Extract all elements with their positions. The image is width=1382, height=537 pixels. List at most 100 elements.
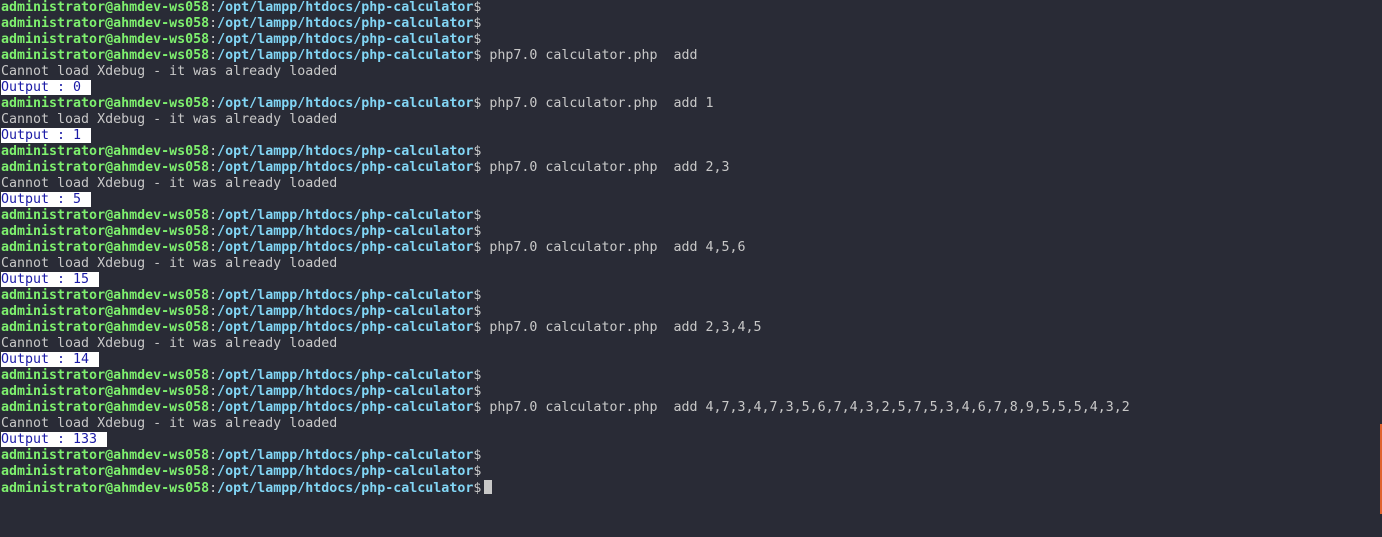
warning-text: Cannot load Xdebug - it was already load…: [1, 416, 338, 431]
output-result: Output : 15: [1, 272, 100, 287]
output-result: Output : 14: [1, 352, 100, 367]
prompt-user: administrator@ahmdev-ws058: [1, 224, 210, 239]
prompt-line: administrator@ahmdev-ws058:/opt/lampp/ht…: [1, 16, 1371, 32]
prompt-line: administrator@ahmdev-ws058:/opt/lampp/ht…: [1, 304, 1371, 320]
output-line: Output : 0: [1, 80, 1371, 96]
prompt-user: administrator@ahmdev-ws058: [1, 32, 210, 47]
text-cursor[interactable]: [484, 480, 493, 494]
output-result: Output : 133: [1, 432, 108, 447]
prompt-colon: :: [209, 224, 218, 239]
terminal-output: administrator@ahmdev-ws058:/opt/lampp/ht…: [1, 0, 1371, 496]
prompt-path: /opt/lampp/htdocs/php-calculator: [217, 208, 474, 223]
prompt-colon: :: [209, 320, 218, 335]
prompt-path: /opt/lampp/htdocs/php-calculator: [217, 368, 474, 383]
prompt-dollar: $: [473, 16, 482, 31]
prompt-line: administrator@ahmdev-ws058:/opt/lampp/ht…: [1, 320, 1371, 336]
prompt-colon: :: [209, 288, 218, 303]
prompt-line: administrator@ahmdev-ws058:/opt/lampp/ht…: [1, 384, 1371, 400]
prompt-colon: :: [209, 464, 218, 479]
prompt-path: /opt/lampp/htdocs/php-calculator: [217, 448, 474, 463]
prompt-line: administrator@ahmdev-ws058:/opt/lampp/ht…: [1, 288, 1371, 304]
command-text: php7.0 calculator.php add 4,5,6: [481, 240, 746, 255]
prompt-user: administrator@ahmdev-ws058: [1, 304, 210, 319]
output-line: Output : 14: [1, 352, 1371, 368]
prompt-path: /opt/lampp/htdocs/php-calculator: [217, 48, 474, 63]
prompt-dollar: $: [473, 208, 482, 223]
warning-text: Cannot load Xdebug - it was already load…: [1, 64, 338, 79]
prompt-path: /opt/lampp/htdocs/php-calculator: [217, 464, 474, 479]
output-line: Output : 5: [1, 192, 1371, 208]
prompt-path: /opt/lampp/htdocs/php-calculator: [217, 400, 474, 415]
prompt-colon: :: [209, 304, 218, 319]
prompt-path: /opt/lampp/htdocs/php-calculator: [217, 16, 474, 31]
prompt-line: administrator@ahmdev-ws058:/opt/lampp/ht…: [1, 48, 1371, 64]
prompt-path: /opt/lampp/htdocs/php-calculator: [217, 481, 474, 496]
prompt-line: administrator@ahmdev-ws058:/opt/lampp/ht…: [1, 464, 1371, 480]
warning-text: Cannot load Xdebug - it was already load…: [1, 112, 338, 127]
command-text: php7.0 calculator.php add 2,3,4,5: [481, 320, 762, 335]
prompt-user: administrator@ahmdev-ws058: [1, 16, 210, 31]
prompt-path: /opt/lampp/htdocs/php-calculator: [217, 144, 474, 159]
prompt-line: administrator@ahmdev-ws058:/opt/lampp/ht…: [1, 160, 1371, 176]
command-text: php7.0 calculator.php add: [481, 48, 698, 63]
warning-text: Cannot load Xdebug - it was already load…: [1, 176, 338, 191]
prompt-path: /opt/lampp/htdocs/php-calculator: [217, 0, 474, 15]
prompt-colon: :: [209, 160, 218, 175]
prompt-colon: :: [209, 240, 218, 255]
prompt-colon: :: [209, 96, 218, 111]
command-text: php7.0 calculator.php add 1: [481, 96, 714, 111]
prompt-path: /opt/lampp/htdocs/php-calculator: [217, 224, 474, 239]
prompt-colon: :: [209, 144, 218, 159]
prompt-line: administrator@ahmdev-ws058:/opt/lampp/ht…: [1, 448, 1371, 464]
prompt-dollar: $: [473, 224, 482, 239]
warning-line: Cannot load Xdebug - it was already load…: [1, 256, 1371, 272]
prompt-user: administrator@ahmdev-ws058: [1, 160, 210, 175]
prompt-user: administrator@ahmdev-ws058: [1, 448, 210, 463]
prompt-user: administrator@ahmdev-ws058: [1, 208, 210, 223]
prompt-dollar: $: [473, 0, 482, 15]
prompt-user: administrator@ahmdev-ws058: [1, 481, 210, 496]
prompt-colon: :: [209, 0, 218, 15]
prompt-path: /opt/lampp/htdocs/php-calculator: [217, 384, 474, 399]
warning-line: Cannot load Xdebug - it was already load…: [1, 176, 1371, 192]
prompt-path: /opt/lampp/htdocs/php-calculator: [217, 96, 474, 111]
prompt-dollar: $: [473, 448, 482, 463]
output-result: Output : 1: [1, 128, 92, 143]
prompt-user: administrator@ahmdev-ws058: [1, 464, 210, 479]
prompt-colon: :: [209, 368, 218, 383]
warning-line: Cannot load Xdebug - it was already load…: [1, 416, 1371, 432]
prompt-line: administrator@ahmdev-ws058:/opt/lampp/ht…: [1, 240, 1371, 256]
prompt-dollar: $: [473, 368, 482, 383]
warning-line: Cannot load Xdebug - it was already load…: [1, 112, 1371, 128]
prompt-colon: :: [209, 384, 218, 399]
prompt-line: administrator@ahmdev-ws058:/opt/lampp/ht…: [1, 480, 1371, 496]
prompt-line: administrator@ahmdev-ws058:/opt/lampp/ht…: [1, 368, 1371, 384]
prompt-line: administrator@ahmdev-ws058:/opt/lampp/ht…: [1, 224, 1371, 240]
prompt-colon: :: [209, 208, 218, 223]
prompt-colon: :: [209, 448, 218, 463]
warning-line: Cannot load Xdebug - it was already load…: [1, 64, 1371, 80]
prompt-user: administrator@ahmdev-ws058: [1, 0, 210, 15]
prompt-path: /opt/lampp/htdocs/php-calculator: [217, 240, 474, 255]
prompt-dollar: $: [473, 32, 482, 47]
prompt-user: administrator@ahmdev-ws058: [1, 400, 210, 415]
prompt-path: /opt/lampp/htdocs/php-calculator: [217, 304, 474, 319]
prompt-user: administrator@ahmdev-ws058: [1, 384, 210, 399]
warning-line: Cannot load Xdebug - it was already load…: [1, 336, 1371, 352]
terminal-window[interactable]: administrator@ahmdev-ws058:/opt/lampp/ht…: [0, 0, 1382, 537]
prompt-colon: :: [209, 16, 218, 31]
prompt-path: /opt/lampp/htdocs/php-calculator: [217, 160, 474, 175]
prompt-dollar: $: [473, 481, 482, 496]
output-line: Output : 1: [1, 128, 1371, 144]
prompt-dollar: $: [473, 304, 482, 319]
prompt-colon: :: [209, 48, 218, 63]
prompt-dollar: $: [473, 384, 482, 399]
prompt-line: administrator@ahmdev-ws058:/opt/lampp/ht…: [1, 96, 1371, 112]
command-text: php7.0 calculator.php add 4,7,3,4,7,3,5,…: [481, 400, 1130, 415]
prompt-user: administrator@ahmdev-ws058: [1, 288, 210, 303]
prompt-path: /opt/lampp/htdocs/php-calculator: [217, 32, 474, 47]
prompt-colon: :: [209, 481, 218, 496]
prompt-user: administrator@ahmdev-ws058: [1, 368, 210, 383]
prompt-user: administrator@ahmdev-ws058: [1, 96, 210, 111]
prompt-dollar: $: [473, 144, 482, 159]
